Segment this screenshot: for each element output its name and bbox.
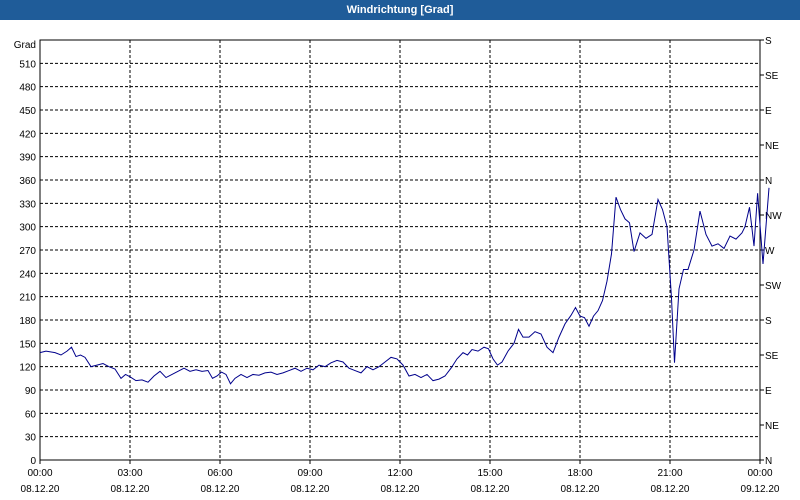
wind-direction-chart: 0 30 60 90 120 150 180 210 240 270 300 330 360 390 420… (14, 36, 782, 495)
x-tick-date: 08.12.20 (561, 484, 600, 495)
x-tick-time: 00:00 (27, 468, 52, 479)
compass-tick-label: NW (765, 211, 782, 222)
y-tick-label: 0 (30, 456, 36, 467)
y-tick-label: 510 (19, 59, 36, 70)
compass-tick-label: NE (765, 421, 779, 432)
y-tick-label: 450 (19, 106, 36, 117)
y-tick-label: 420 (19, 129, 36, 140)
compass-tick-label: E (765, 106, 772, 117)
compass-tick-label: SE (765, 71, 779, 82)
y-tick-label: 210 (19, 293, 36, 304)
x-tick-date: 08.12.20 (291, 484, 330, 495)
series-line (39, 187, 770, 385)
y-tick-label: 330 (19, 199, 36, 210)
compass-tick-label: S (765, 316, 772, 327)
compass-tick-label: E (765, 386, 772, 397)
x-tick-date: 08.12.20 (111, 484, 150, 495)
compass-tick-label: SW (765, 281, 782, 292)
compass-tick-label: N (765, 176, 772, 187)
x-tick-time: 12:00 (387, 468, 412, 479)
y-tick-label: 30 (25, 433, 37, 444)
x-tick-date: 08.12.20 (201, 484, 240, 495)
x-tick-time: 03:00 (117, 468, 142, 479)
compass-tick-label: W (765, 246, 775, 257)
x-tick-date: 08.12.20 (381, 484, 420, 495)
x-tick-date: 08.12.20 (471, 484, 510, 495)
x-tick-time: 21:00 (657, 468, 682, 479)
x-tick-date: 09.12.20 (741, 484, 780, 495)
y-axis-label: Grad (14, 40, 36, 51)
x-tick-time: 06:00 (207, 468, 232, 479)
y-tick-label: 120 (19, 363, 36, 374)
y-tick-label: 180 (19, 316, 36, 327)
x-tick-date: 08.12.20 (651, 484, 690, 495)
x-tick-time: 18:00 (567, 468, 592, 479)
x-tick-date: 08.12.20 (21, 484, 60, 495)
compass-tick-label: SE (765, 351, 779, 362)
x-tick-time: 09:00 (297, 468, 322, 479)
compass-tick-label: N (765, 456, 772, 467)
compass-tick-label: NE (765, 141, 779, 152)
x-tick-time: 15:00 (477, 468, 502, 479)
y-tick-label: 240 (19, 269, 36, 280)
y-tick-label: 390 (19, 153, 36, 164)
compass-tick-label: S (765, 36, 772, 47)
y-tick-label: 150 (19, 339, 36, 350)
y-tick-label: 480 (19, 83, 36, 94)
y-tick-label: 360 (19, 176, 36, 187)
chart-title: Windrichtung [Grad] (0, 0, 800, 20)
y-tick-label: 90 (25, 386, 37, 397)
x-tick-time: 00:00 (747, 468, 772, 479)
y-tick-label: 270 (19, 246, 36, 257)
y-tick-label: 60 (25, 409, 37, 420)
y-tick-label: 300 (19, 223, 36, 234)
